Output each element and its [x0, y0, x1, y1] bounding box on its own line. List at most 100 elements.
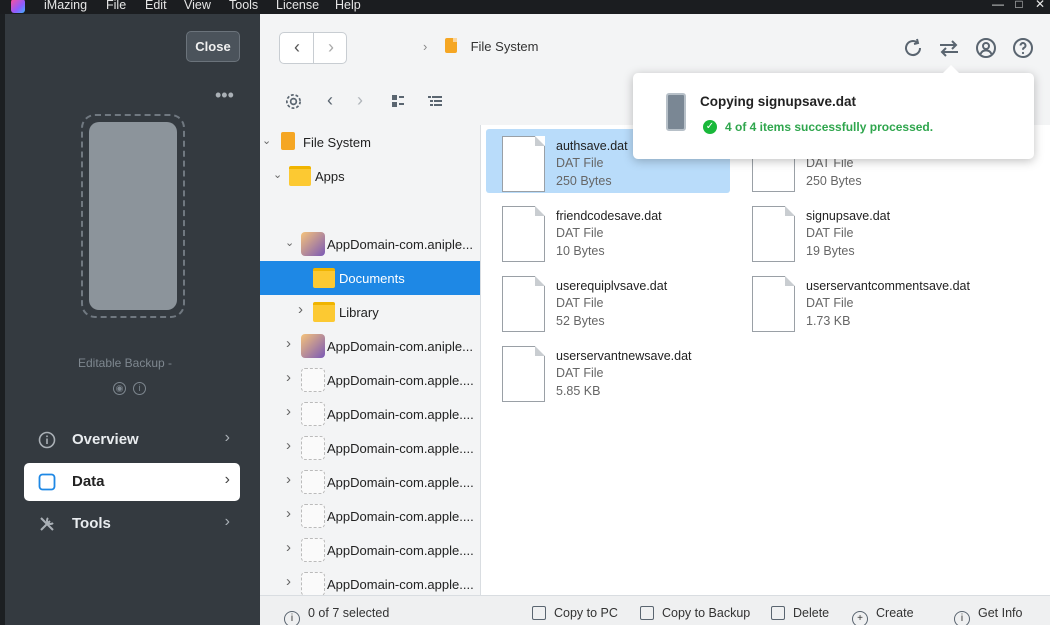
menu-edit[interactable]: Edit: [145, 0, 167, 12]
tree-item-label: AppDomain-com.apple....: [327, 441, 474, 456]
tree-item-documents[interactable]: Documents: [260, 261, 480, 295]
file-item[interactable]: signupsave.dat DAT File 19 Bytes: [736, 199, 980, 263]
breadcrumb: › File System: [423, 38, 539, 54]
bottom-action-bar: i 0 of 7 selected Copy to PC Copy to Back…: [260, 595, 1050, 625]
tree-item-app[interactable]: › AppDomain-com.apple....: [260, 567, 480, 595]
create-label: Create: [876, 606, 914, 620]
file-item[interactable]: userservantcommentsave.dat DAT File 1.73…: [736, 269, 980, 333]
tree-item-label: AppDomain-com.aniple...: [327, 339, 473, 354]
device-icon: [666, 93, 686, 131]
app-placeholder-icon: [301, 538, 325, 562]
file-type: DAT File: [556, 366, 604, 380]
backup-icons: ◉ i: [113, 382, 153, 395]
copy-to-backup-button[interactable]: Copy to Backup: [640, 606, 750, 620]
app-icon: [301, 232, 325, 256]
maximize-icon[interactable]: □: [1012, 0, 1026, 10]
tree-item-label: AppDomain-com.apple....: [327, 509, 474, 524]
grid-view-icon[interactable]: [391, 94, 405, 108]
minimize-icon[interactable]: —: [991, 0, 1005, 10]
file-name: friendcodesave.dat: [556, 209, 662, 223]
chevron-right-icon[interactable]: ›: [286, 539, 291, 556]
chevron-right-icon[interactable]: ›: [286, 505, 291, 522]
tree-item-label: AppDomain-com.aniple...: [327, 237, 473, 252]
backup-label: Editable Backup -: [77, 356, 173, 370]
backup-settings-icon[interactable]: ◉: [113, 382, 126, 395]
refresh-icon[interactable]: [901, 36, 925, 60]
copy-to-pc-button[interactable]: Copy to PC: [532, 606, 618, 620]
tree-item-app[interactable]: › AppDomain-com.apple....: [260, 533, 480, 567]
menu-tools[interactable]: Tools: [229, 0, 258, 12]
chevron-down-icon[interactable]: ⌄: [285, 236, 294, 249]
menu-view[interactable]: View: [184, 0, 211, 12]
settings-gear-icon[interactable]: [284, 92, 303, 111]
chevron-right-icon: ›: [224, 513, 230, 530]
tree-item-file-system[interactable]: ⌄ File System: [260, 125, 480, 159]
account-icon[interactable]: [974, 36, 998, 60]
delete-button[interactable]: Delete: [771, 606, 829, 620]
tree-item-app[interactable]: › AppDomain-com.aniple...: [260, 329, 480, 363]
file-icon: [502, 276, 545, 332]
nav-data-label: Data: [72, 473, 105, 490]
forward-button[interactable]: ›: [314, 33, 348, 63]
chevron-right-icon[interactable]: ›: [286, 573, 291, 590]
folder-tree: ⌄ File System ⌄ Apps ⌄ AppDomain-com.ani…: [260, 125, 480, 595]
transfer-icon[interactable]: [937, 36, 961, 60]
tree-item-label: AppDomain-com.apple....: [327, 577, 474, 592]
file-name: signupsave.dat: [806, 209, 891, 223]
tree-item-app[interactable]: ⌄ AppDomain-com.aniple...: [260, 227, 480, 261]
breadcrumb-separator: ›: [423, 39, 428, 54]
chevron-right-icon[interactable]: ›: [286, 471, 291, 488]
tree-item-app[interactable]: › AppDomain-com.apple....: [260, 431, 480, 465]
file-item[interactable]: userservantnewsave.dat DAT File 5.85 KB: [486, 339, 730, 403]
tree-item-app[interactable]: › AppDomain-com.apple....: [260, 499, 480, 533]
file-name: userequiplvsave.dat: [556, 279, 668, 293]
file-grid: authsave.dat DAT File 250 Bytes DAT File…: [481, 125, 1050, 595]
chevron-down-icon[interactable]: ⌄: [262, 134, 271, 147]
file-size: 5.85 KB: [556, 384, 601, 398]
info-icon: [38, 431, 56, 449]
title-menu-bar: iMazing File Edit View Tools License Hel…: [0, 0, 1050, 14]
tree-back-icon[interactable]: ‹: [327, 90, 333, 111]
tree-item-app[interactable]: › AppDomain-com.apple....: [260, 363, 480, 397]
file-type: DAT File: [556, 296, 604, 310]
tree-item-label: AppDomain-com.apple....: [327, 475, 474, 490]
chevron-right-icon[interactable]: ›: [286, 369, 291, 386]
folder-icon: [289, 166, 311, 186]
list-view-icon[interactable]: [427, 94, 443, 108]
close-button[interactable]: Close: [186, 31, 240, 62]
menu-license[interactable]: License: [276, 0, 319, 12]
create-button[interactable]: + Create: [852, 606, 914, 625]
menu-file[interactable]: File: [106, 0, 126, 12]
breadcrumb-current[interactable]: File System: [471, 39, 539, 54]
more-options-icon[interactable]: •••: [215, 86, 234, 104]
app-placeholder-icon: [301, 504, 325, 528]
device-screen: [89, 122, 177, 310]
back-button[interactable]: ‹: [280, 33, 314, 63]
tree-item-apps[interactable]: ⌄ Apps: [260, 159, 480, 193]
help-icon[interactable]: [1011, 36, 1035, 60]
chevron-right-icon[interactable]: ›: [286, 403, 291, 420]
chevron-right-icon[interactable]: ›: [298, 301, 303, 318]
chevron-down-icon[interactable]: ⌄: [273, 168, 282, 181]
file-size: 52 Bytes: [556, 314, 605, 328]
tree-item-app[interactable]: › AppDomain-com.apple....: [260, 397, 480, 431]
nav-overview[interactable]: Overview ›: [24, 421, 240, 459]
trash-icon: [771, 606, 785, 620]
info-icon: i: [954, 611, 970, 625]
tree-forward-icon[interactable]: ›: [357, 90, 363, 111]
tree-item-library[interactable]: › Library: [260, 295, 480, 329]
chevron-right-icon[interactable]: ›: [286, 437, 291, 454]
menu-help[interactable]: Help: [335, 0, 361, 12]
chevron-right-icon[interactable]: ›: [286, 335, 291, 352]
file-item[interactable]: userequiplvsave.dat DAT File 52 Bytes: [486, 269, 730, 333]
tree-item-app[interactable]: › AppDomain-com.apple....: [260, 465, 480, 499]
popup-status: 4 of 4 items successfully processed.: [725, 120, 934, 134]
wrench-icon: [40, 517, 54, 531]
tree-item-label: AppDomain-com.apple....: [327, 407, 474, 422]
get-info-button[interactable]: i Get Info: [954, 606, 1022, 625]
close-window-icon[interactable]: ✕: [1033, 0, 1047, 10]
nav-tools[interactable]: Tools ›: [24, 505, 240, 543]
file-item[interactable]: friendcodesave.dat DAT File 10 Bytes: [486, 199, 730, 263]
backup-info-icon[interactable]: i: [133, 382, 146, 395]
nav-data[interactable]: Data ›: [24, 463, 240, 501]
